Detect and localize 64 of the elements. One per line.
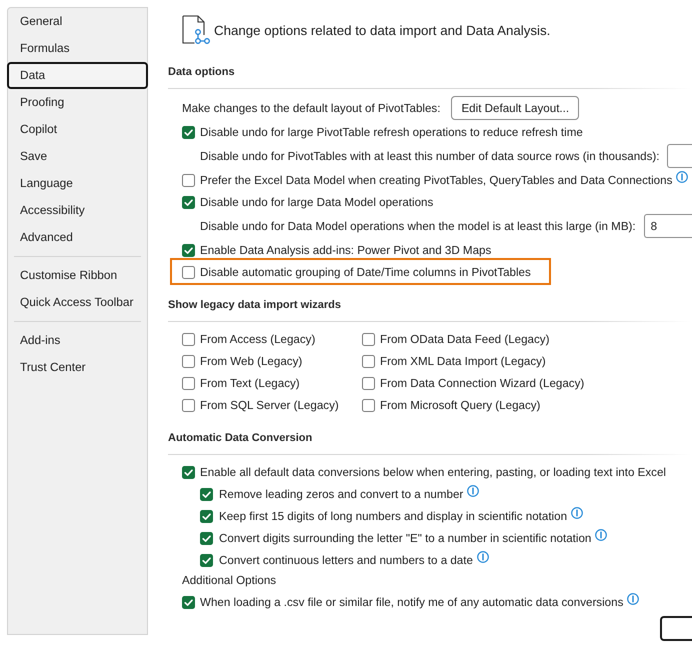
subheading: Additional Options: [181, 573, 276, 589]
option-label: Prefer the Excel Data Model when creating PivotTables, QueryTables and Data Connections: [200, 174, 672, 186]
checkbox[interactable]: [362, 354, 375, 368]
checkbox[interactable]: [182, 466, 195, 478]
checkbox[interactable]: [182, 376, 195, 390]
sidebar-item[interactable]: Data: [7, 62, 148, 89]
option-label: From Data Connection Wizard (Legacy): [380, 376, 584, 390]
page-description: Change options related to data import and Data Analysis.: [214, 22, 550, 38]
sidebar-item[interactable]: Language: [7, 170, 148, 197]
dialog-button[interactable]: [660, 616, 692, 641]
section-title: Data options: [168, 65, 236, 80]
sidebar-item[interactable]: Accessibility: [7, 197, 148, 224]
sidebar-item[interactable]: Proofing: [7, 89, 148, 116]
option-label: When loading a .csv file or similar file, notify me of any automatic data conversions: [200, 596, 624, 608]
checkbox[interactable]: [182, 398, 195, 412]
checkbox[interactable]: [182, 196, 195, 208]
option-label: Enable Data Analysis add-ins: Power Pivot and 3D Maps: [200, 244, 492, 256]
checkbox[interactable]: [182, 332, 195, 346]
checkbox[interactable]: [200, 532, 213, 544]
sidebar-item[interactable]: Quick Access Toolbar: [7, 289, 148, 316]
sidebar-item[interactable]: Add-ins: [7, 327, 148, 354]
option-label: From Web (Legacy): [200, 354, 302, 368]
option-label: Keep first 15 digits of long numbers and display in scientific notation: [219, 510, 568, 522]
sidebar-item[interactable]: Copilot: [7, 116, 148, 143]
sidebar-item[interactable]: General: [7, 8, 148, 35]
number-field[interactable]: 8: [644, 214, 692, 238]
sidebar-item[interactable]: Save: [7, 143, 148, 170]
option-label: Convert digits surrounding the letter "E" to a number in scientific notation: [219, 532, 592, 544]
sidebar-item[interactable]: Customise Ribbon: [7, 262, 148, 289]
sidebar-item[interactable]: Trust Center: [7, 354, 148, 381]
checkbox[interactable]: [182, 126, 195, 138]
checkbox[interactable]: [200, 554, 213, 566]
document-nodes-icon: [182, 15, 210, 45]
checkbox[interactable]: [200, 488, 213, 500]
checkbox[interactable]: [182, 354, 195, 368]
section-title: Automatic Data Conversion: [168, 431, 314, 446]
checkbox[interactable]: [182, 596, 195, 608]
option-label: From Access (Legacy): [200, 332, 316, 346]
option-label: From OData Data Feed (Legacy): [380, 332, 550, 346]
field-label: Disable undo for PivotTables with at least this number of data source rows (in thousands):: [200, 150, 660, 162]
sidebar-item[interactable]: Formulas: [7, 35, 148, 62]
option-label: Convert continuous letters and numbers to a date: [219, 554, 473, 566]
option-label: Enable all default data conversions below when entering, pasting, or loading text into Excel: [200, 466, 666, 478]
edit-layout-button[interactable]: Edit Default Layout...: [451, 96, 580, 120]
checkbox[interactable]: [362, 332, 375, 346]
number-field[interactable]: [667, 144, 692, 168]
checkbox[interactable]: [200, 510, 213, 522]
checkbox[interactable]: [182, 244, 195, 256]
option-label: Remove leading zeros and convert to a number: [219, 488, 464, 500]
option-label: From Microsoft Query (Legacy): [380, 398, 540, 412]
checkbox[interactable]: [182, 174, 195, 186]
checkbox[interactable]: [362, 376, 375, 390]
checkbox[interactable]: [182, 266, 195, 278]
option-label: Make changes to the default layout of PivotTables:: [182, 102, 440, 114]
option-label: Disable undo for large Data Model operations: [200, 196, 434, 208]
option-label: From XML Data Import (Legacy): [380, 354, 546, 368]
option-label: Disable undo for large PivotTable refresh operations to reduce refresh time: [200, 126, 583, 138]
option-label: From Text (Legacy): [200, 376, 300, 390]
field-label: Disable undo for Data Model operations when the model is at least this large (in MB):: [200, 220, 636, 232]
option-label: Disable automatic grouping of Date/Time columns in PivotTables: [200, 266, 531, 278]
checkbox[interactable]: [362, 398, 375, 412]
sidebar-item[interactable]: Advanced: [7, 224, 148, 251]
section-title: Show legacy data import wizards: [168, 298, 342, 313]
option-label: From SQL Server (Legacy): [200, 398, 339, 412]
